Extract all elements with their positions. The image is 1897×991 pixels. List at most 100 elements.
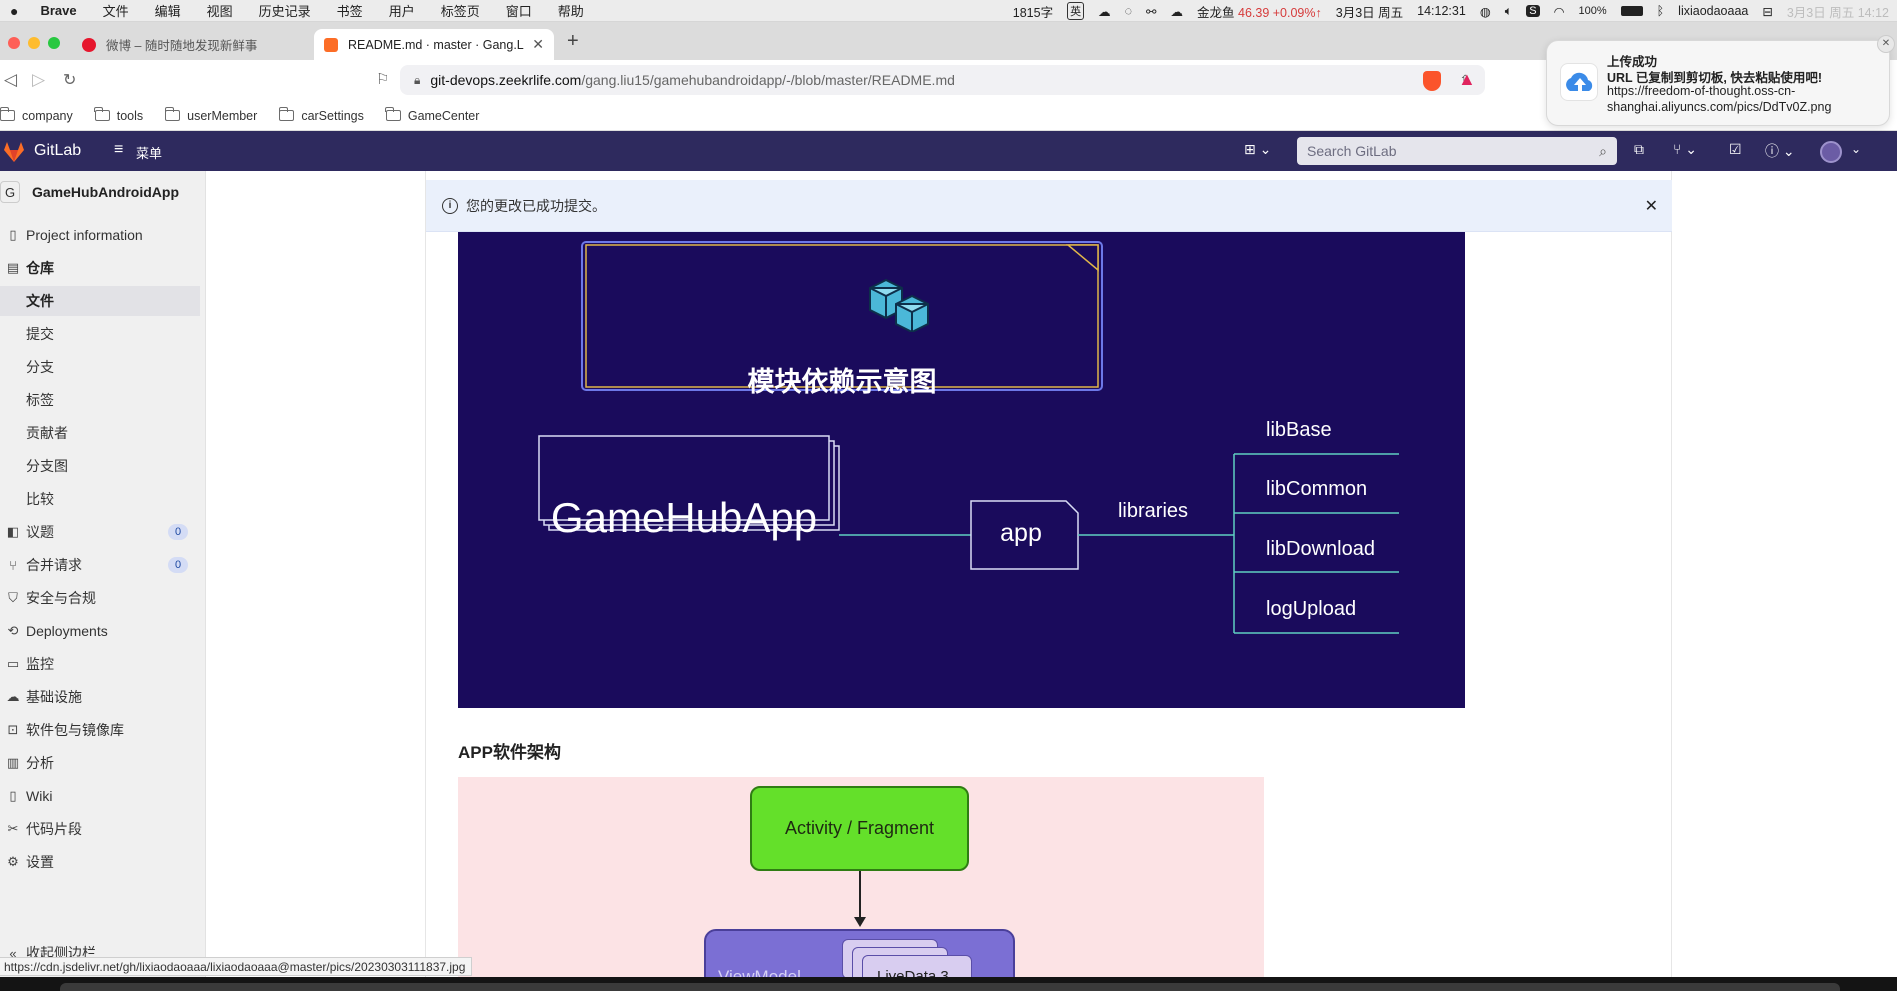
minimize-window-icon[interactable] (28, 37, 40, 49)
folder-icon (94, 107, 110, 121)
merge-requests-shortcut-icon[interactable]: ⑂ ⌄ (1673, 141, 1697, 158)
sidebar-item-label: 议题 (26, 524, 54, 540)
stock-ticker[interactable]: 金龙鱼 46.39 +0.09%↑ (1197, 2, 1322, 21)
help-icon[interactable]: ⓘ ⌄ (1765, 141, 1795, 161)
viewmodel-node: ViewModel LiveData 3 (704, 929, 1015, 981)
sidebar-item-graph[interactable]: 分支图 (0, 451, 200, 481)
bookmark-tools[interactable]: tools (94, 107, 143, 123)
tab-weibo[interactable]: 微博 – 随时随地发现新鲜事 (72, 29, 312, 60)
folder-icon (385, 107, 401, 121)
sidebar-item-repository[interactable]: ▤ 仓库 (0, 253, 200, 283)
back-button[interactable]: ◁ (4, 70, 17, 90)
menu-edit[interactable]: 编辑 (155, 1, 181, 20)
sidebar-item-merge-requests[interactable]: ⑂ 合并请求 0 (0, 550, 200, 580)
tab-title: README.md · master · Gang.L (348, 37, 524, 52)
upload-notification[interactable]: 上传成功 URL 已复制到剪切板, 快去粘贴使用吧! https://freed… (1546, 35, 1895, 126)
sidebar-item-settings[interactable]: ⚙ 设置 (0, 847, 200, 877)
link-status-bubble: https://cdn.jsdelivr.net/gh/lixiaodaoaaa… (0, 957, 473, 976)
forward-button[interactable]: ▷ (32, 70, 45, 90)
menu-users[interactable]: 用户 (389, 1, 415, 20)
tab-readme[interactable]: README.md · master · Gang.L ✕ (314, 29, 554, 60)
bookmark-this-icon[interactable]: ⚐ (376, 70, 389, 88)
avatar-chevron-icon[interactable]: ⌄ (1851, 142, 1861, 156)
sidebar-item-packages[interactable]: ⊡ 软件包与镜像库 (0, 715, 200, 745)
menubar-time[interactable]: 14:12:31 (1417, 4, 1466, 18)
gitlab-tanuki-icon[interactable] (2, 141, 26, 163)
search-icon[interactable]: ⌕ (1599, 143, 1607, 160)
sidebar-item-compare[interactable]: 比较 (0, 484, 200, 514)
sidebar-item-project-information[interactable]: ▯ Project information (0, 220, 200, 250)
menubar-status-area: 1815字 英 ☁ ◌ ⚯ ☁ 金龙鱼 46.39 +0.09%↑ 3月3日 周… (1013, 0, 1897, 22)
menu-bookmarks[interactable]: 书签 (337, 1, 363, 20)
sidebar-item-security[interactable]: ⛉ 安全与合规 (0, 583, 200, 613)
diagram-lines (538, 241, 1399, 634)
sidebar-item-label: 软件包与镜像库 (26, 722, 124, 738)
lib-common-label: libCommon (1266, 478, 1368, 500)
menu-window[interactable]: 窗口 (506, 1, 532, 20)
sidebar-item-issues[interactable]: ◧ 议题 0 (0, 517, 200, 547)
bookmark-company[interactable]: company (0, 107, 73, 123)
sidebar-item-branches[interactable]: 分支 (0, 352, 200, 382)
flash-close-icon[interactable]: ✕ (1645, 196, 1658, 216)
app-s-icon[interactable]: S (1526, 5, 1540, 17)
stock-value: 46.39 +0.09%↑ (1238, 5, 1322, 20)
sidebar-item-commits[interactable]: 提交 (0, 319, 200, 349)
brave-rewards-icon[interactable]: ▲ (1458, 69, 1476, 90)
search-input[interactable]: Search GitLab ⌕ (1297, 137, 1617, 165)
sidebar-item-tags[interactable]: 标签 (0, 385, 200, 415)
gitlab-brand[interactable]: GitLab (34, 142, 81, 160)
menu-view[interactable]: 视图 (207, 1, 233, 20)
battery-icon[interactable] (1620, 6, 1643, 16)
brave-shields-icon[interactable] (1423, 71, 1441, 91)
menu-label[interactable]: 菜单 (136, 143, 162, 162)
wifi-icon[interactable]: ◠ (1554, 4, 1565, 19)
menu-file[interactable]: 文件 (103, 1, 129, 20)
folder-icon (164, 107, 181, 121)
sidebar-item-wiki[interactable]: ▯ Wiki (0, 781, 200, 811)
word-count: 1815字 (1012, 5, 1054, 20)
sidebar-item-label: 仓库 (26, 260, 54, 276)
volume-icon[interactable]: 🔈︎ (1505, 4, 1513, 19)
sidebar-item-deployments[interactable]: ⟲ Deployments (0, 616, 200, 646)
menu-tabs[interactable]: 标签页 (441, 1, 480, 20)
bookmark-usermember[interactable]: userMember (164, 107, 257, 123)
new-tab-button[interactable]: + (567, 30, 579, 53)
close-tab-icon[interactable]: ✕ (524, 36, 544, 53)
cloud-dark-icon[interactable]: ☁ (1171, 4, 1184, 19)
menu-help[interactable]: 帮助 (558, 1, 584, 20)
bookmark-gamecenter[interactable]: GameCenter (385, 107, 479, 123)
hamburger-icon[interactable]: ≡ (114, 141, 123, 159)
apple-icon[interactable]: ● (10, 3, 18, 19)
sidebar-item-analytics[interactable]: ▥ 分析 (0, 748, 200, 778)
reload-button[interactable]: ↻ (63, 70, 76, 90)
sidebar-item-contributors[interactable]: 贡献者 (0, 418, 200, 448)
new-item-icon[interactable]: ⊞ ⌄ (1244, 141, 1271, 158)
project-header[interactable]: G GameHubAndroidApp (0, 177, 179, 207)
address-bar[interactable]: 🔒︎ git-devops.zeekrlife.com /gang.liu15/… (400, 65, 1485, 95)
input-method-icon[interactable]: 英 (1067, 2, 1085, 20)
menubar-user[interactable]: lixiaodaoaaa (1678, 4, 1748, 18)
main-content: i 您的更改已成功提交。 ✕ 模块依赖示意图 GameHubApp app li… (206, 171, 1897, 981)
sidebar-item-label: 分支图 (26, 458, 68, 474)
notification-close-icon[interactable]: ✕ (1877, 35, 1895, 53)
bluetooth-icon[interactable]: ᛒ (1657, 4, 1665, 18)
todos-icon[interactable]: ☑ (1729, 141, 1742, 158)
user-avatar[interactable] (1820, 141, 1842, 163)
sidebar-item-snippets[interactable]: ✂ 代码片段 (0, 814, 200, 844)
cloud-icon[interactable]: ☁ (1098, 4, 1111, 19)
binoculars-icon[interactable]: ⚯ (1146, 4, 1156, 19)
architecture-diagram: Activity / Fragment ViewModel LiveData 3 (458, 777, 1264, 981)
chat-icon[interactable]: ◌ (1125, 4, 1132, 18)
issues-shortcut-icon[interactable]: ⧉ (1634, 141, 1644, 158)
merge-request-icon: ⑂ (9, 557, 17, 573)
sidebar-item-monitor[interactable]: ▭ 监控 (0, 649, 200, 679)
close-window-icon[interactable] (8, 37, 20, 49)
control-center-icon[interactable]: ⊟ (1762, 4, 1772, 19)
zoom-window-icon[interactable] (48, 37, 60, 49)
bookmark-carsettings[interactable]: carSettings (278, 107, 364, 123)
menubar-app-name[interactable]: Brave (40, 3, 76, 18)
globe-icon[interactable]: ◍ (1480, 4, 1491, 19)
sidebar-item-infrastructure[interactable]: ☁ 基础设施 (0, 682, 200, 712)
sidebar-item-files[interactable]: 文件 (0, 286, 200, 316)
menu-history[interactable]: 历史记录 (259, 1, 311, 20)
